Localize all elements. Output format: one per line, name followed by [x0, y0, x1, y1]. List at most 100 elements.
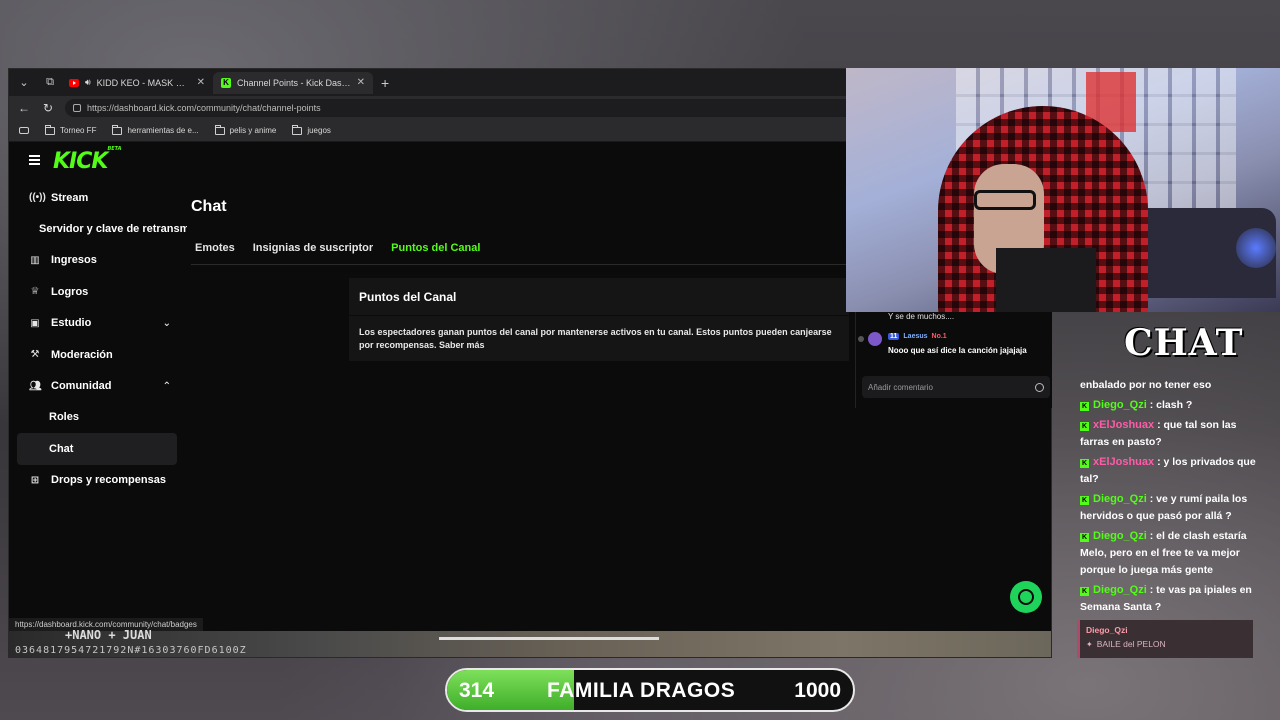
list-item: K Diego_Qzi : clash ?	[1080, 399, 1193, 411]
sidebar-item-moderacion[interactable]: ⚒ Moderación	[17, 339, 177, 370]
alert-username: Diego_Qzi	[1086, 625, 1128, 635]
tab-title: Channel Points - Kick Dashboard	[237, 77, 351, 88]
list-item: K Diego_Qzi : el de clash estaría Melo, p…	[1080, 530, 1247, 576]
chat-message: Nooo que así dice la canción jajajaja	[888, 346, 1027, 355]
kick-icon: K	[1080, 422, 1089, 431]
close-tab-icon[interactable]: ✕	[197, 77, 205, 88]
goal-label: FAMILIA DRAGOS	[547, 679, 736, 702]
folder-icon	[112, 124, 123, 135]
trophy-icon: ♕	[30, 286, 40, 298]
sidebar-item-comunidad[interactable]: 👥︎ Comunidad ⌃	[17, 370, 177, 401]
chat-user-line: 11 Laesus No.1	[888, 333, 947, 340]
bookmark-pelis-anime[interactable]: pelis y anime	[214, 124, 276, 135]
tab-youtube[interactable]: 🔊︎ KIDD KEO - MASK OFF (REM ✕	[61, 72, 213, 94]
folder-icon	[214, 124, 225, 135]
goal-target: 1000	[794, 679, 841, 702]
glasses	[974, 190, 1036, 210]
chevron-up-icon: ⌃	[162, 380, 171, 392]
lock-icon[interactable]	[73, 104, 81, 112]
follower-goal-bar: 314 FAMILIA DRAGOS 1000	[445, 668, 855, 712]
webcam-feed	[846, 68, 1280, 312]
game-text: +NANO + JUAN	[65, 628, 152, 642]
chat-username: Diego_Qzi	[1093, 530, 1147, 542]
gift-icon: ⊞	[30, 474, 40, 486]
list-item: KxElJoshuax : que tal son las farras en …	[1080, 419, 1237, 448]
help-chat-button[interactable]	[1010, 581, 1042, 613]
chat-username: Diego_Qzi	[1093, 493, 1147, 505]
reading-list-icon[interactable]	[19, 127, 29, 134]
bookmark-herramientas[interactable]: herramientas de e...	[112, 124, 199, 135]
channel-points-card: Puntos del Canal Los espectadores ganan …	[349, 278, 849, 361]
game-id-text: 0364817954721792N#16303760FD6100Z	[15, 645, 247, 656]
chat-username[interactable]: Laesus	[903, 333, 927, 340]
light-glow	[1236, 228, 1276, 268]
hammer-icon: ⚒	[30, 349, 40, 361]
reward-icon: ✦	[1086, 639, 1093, 649]
sidebar-item-stream[interactable]: ((•)) Stream	[17, 182, 177, 213]
sidebar-item-ingresos[interactable]: ▥ Ingresos	[17, 245, 177, 276]
chat-username: xElJoshuax	[1093, 419, 1155, 431]
menu-icon[interactable]	[29, 155, 40, 167]
close-tab-icon[interactable]: ✕	[357, 77, 365, 88]
bookmark-juegos[interactable]: juegos	[292, 124, 331, 135]
bookmark-label: Torneo FF	[60, 126, 97, 135]
chat-message: Y se de muchos....	[888, 312, 955, 321]
emoji-icon[interactable]	[1035, 382, 1044, 392]
list-item: KxElJoshuax : y los privados que tal?	[1080, 456, 1256, 485]
tab-kick-dashboard[interactable]: K Channel Points - Kick Dashboard ✕	[213, 71, 373, 94]
headset-icon	[1018, 589, 1034, 605]
dashboard-chat-panel: Y se de muchos.... 11 Laesus No.1 Nooo q…	[855, 312, 1052, 408]
alert-text: BAILE del PELON	[1096, 639, 1166, 649]
list-item: K Diego_Qzi : ve y rumí paila los hervido…	[1080, 493, 1248, 522]
health-bar	[439, 637, 659, 640]
sidebar-item-roles[interactable]: Roles	[17, 402, 177, 433]
reload-icon[interactable]: ↻	[41, 101, 55, 115]
comment-input[interactable]: Añadir comentario	[862, 376, 1050, 398]
card-title: Puntos del Canal	[349, 278, 849, 316]
tab-list-chevron-icon[interactable]: ⌄	[13, 73, 35, 93]
chat-title: CHAT	[1124, 322, 1244, 364]
studio-icon: ▣	[30, 317, 40, 329]
url-text: https://dashboard.kick.com/community/cha…	[87, 103, 321, 113]
goal-current: 314	[459, 679, 495, 702]
sidebar-item-chat[interactable]: Chat	[17, 433, 177, 465]
card-description: Los espectadores ganan puntos del canal …	[359, 327, 832, 350]
folder-icon	[292, 124, 303, 135]
kick-icon: K	[1080, 587, 1089, 596]
bookmark-label: herramientas de e...	[127, 126, 199, 135]
bookmark-torneo-ff[interactable]: Torneo FF	[45, 124, 97, 135]
bookmark-label: juegos	[307, 126, 331, 135]
beta-badge: BETA	[107, 145, 122, 152]
speaker-icon[interactable]: 🔊︎	[85, 77, 91, 88]
avatar[interactable]	[868, 332, 882, 346]
sidebar: ((•)) Stream Servidor y clave de retransm…	[17, 182, 187, 496]
kick-icon: K	[1080, 533, 1089, 542]
new-tab-icon[interactable]: +	[381, 75, 389, 91]
chat-username: Diego_Qzi	[1093, 399, 1147, 411]
chat-username: xElJoshuax	[1093, 456, 1155, 468]
rank-badge: No.1	[931, 333, 947, 340]
folder-icon	[45, 124, 55, 135]
back-icon[interactable]: ←	[17, 101, 31, 115]
sidebar-item-drops[interactable]: ⊞ Drops y recompensas	[17, 465, 177, 496]
tab-subscriber-badges[interactable]: Insignias de suscriptor	[249, 238, 377, 262]
page-title: Chat	[191, 198, 227, 215]
sidebar-item-estudio[interactable]: ▣ Estudio ⌄	[17, 308, 177, 339]
stream-chat-list: enbalado por no tener eso K Diego_Qzi : c…	[1080, 377, 1260, 619]
tab-emotes[interactable]: Emotes	[191, 238, 239, 262]
kick-logo[interactable]: KICKBETA	[53, 145, 122, 174]
status-dot	[858, 336, 864, 342]
sidebar-item-server-key[interactable]: Servidor y clave de retransm	[17, 213, 187, 244]
chevron-down-icon: ⌄	[162, 317, 171, 329]
people-icon: 👥︎	[29, 380, 42, 392]
tab-channel-points[interactable]: Puntos del Canal	[387, 238, 484, 262]
game-capture-strip: +NANO + JUAN 0364817954721792N#16303760F…	[9, 628, 1051, 657]
chat-username: Diego_Qzi	[1093, 584, 1147, 596]
list-item: enbalado por no tener eso	[1080, 379, 1212, 391]
sidebar-item-logros[interactable]: ♕ Logros	[17, 276, 177, 307]
chart-icon: ▥	[30, 254, 40, 266]
workspaces-icon[interactable]: ⧉	[39, 73, 61, 93]
tab-title: KIDD KEO - MASK OFF (REM	[96, 77, 191, 88]
kick-icon: K	[1080, 402, 1089, 411]
broadcast-icon: ((•))	[29, 192, 46, 204]
